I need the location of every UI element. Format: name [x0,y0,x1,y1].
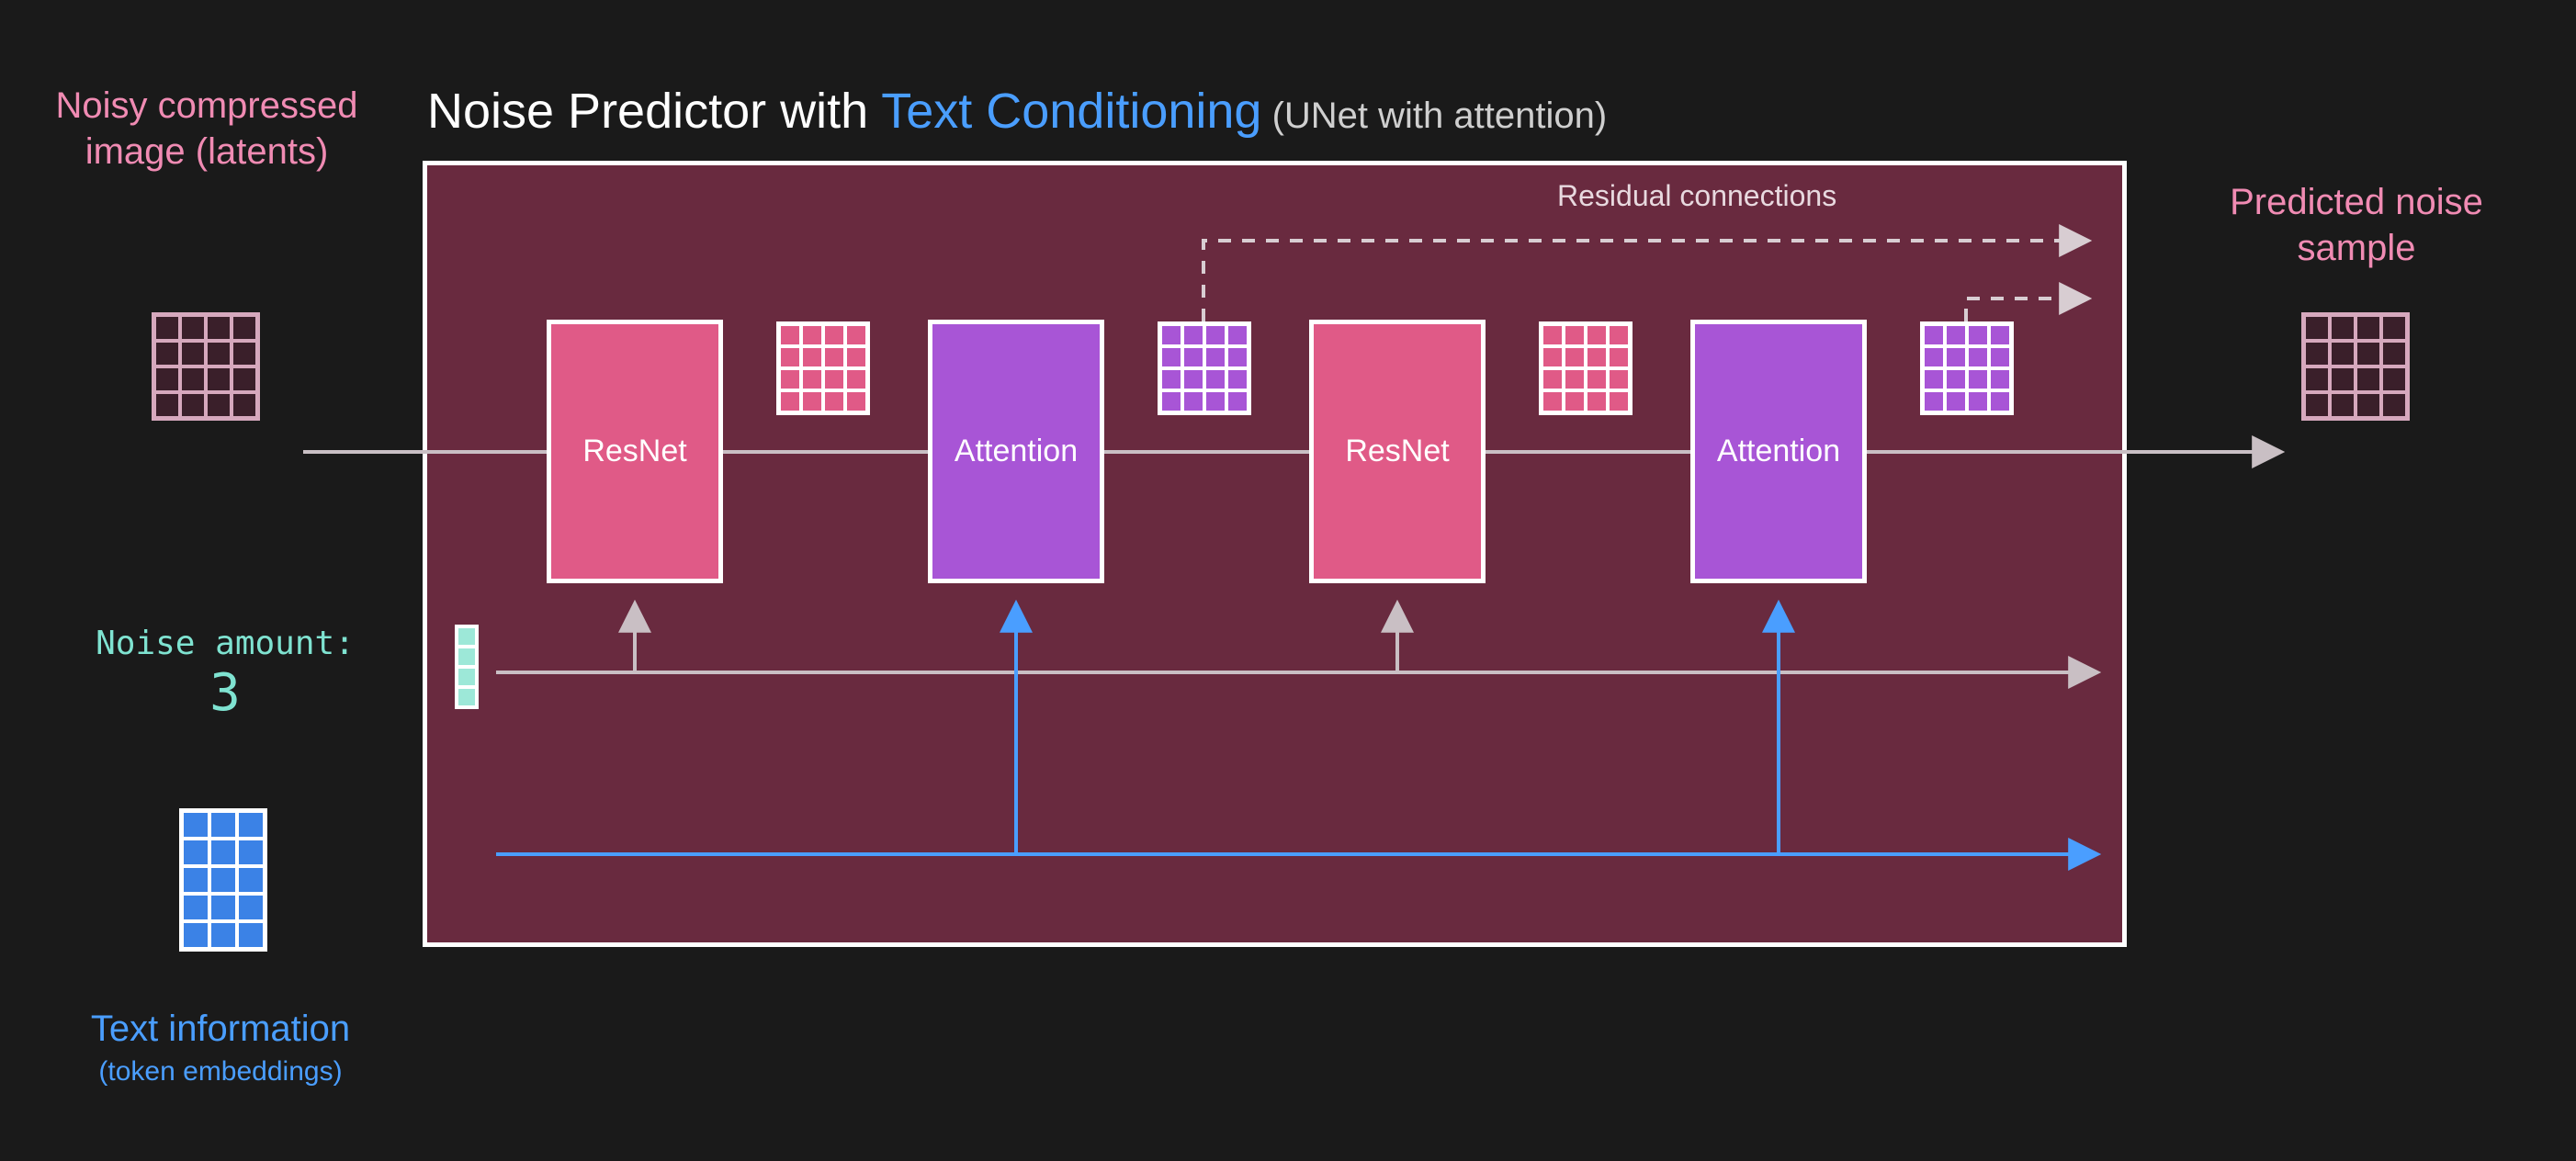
attention-block-2: Attention [1690,320,1867,583]
title-sub-suffix: ) [1595,96,1607,136]
residual-connections-label: Residual connections [1557,179,1836,213]
output-label: Predicted noise sample [2200,179,2513,271]
title-sub-accent: attention [1453,96,1594,136]
attention-block-1: Attention [928,320,1104,583]
noise-amount-label: Noise amount: [83,625,367,662]
block-label: ResNet [582,434,686,469]
noise-embedding-icon [455,625,479,709]
output-grid-icon [2301,312,2410,421]
text-embedding-grid-icon [179,808,267,952]
intermediate-grid-purple-2 [1920,321,2014,415]
diagram-title: Noise Predictor with Text Conditioning (… [427,83,1607,140]
text-info-sublabel: (token embeddings) [64,1054,377,1089]
latents-label: Noisy compressed image (latents) [51,83,363,175]
title-part2: Text Conditioning [881,84,1261,139]
title-part1: Noise Predictor with [427,84,881,139]
block-label: Attention [1717,434,1840,469]
block-label: ResNet [1345,434,1449,469]
intermediate-grid-pink-1 [776,321,870,415]
noise-amount-value: 3 [83,663,367,723]
resnet-block-2: ResNet [1309,320,1486,583]
latents-grid-icon [152,312,260,421]
text-info-label: Text information [64,1006,377,1052]
block-label: Attention [955,434,1078,469]
resnet-block-1: ResNet [547,320,723,583]
title-sub-prefix: (UNet with [1261,96,1453,136]
intermediate-grid-pink-2 [1539,321,1633,415]
diagram-stage: Noise Predictor with Text Conditioning (… [0,0,2576,1161]
intermediate-grid-purple-1 [1158,321,1251,415]
